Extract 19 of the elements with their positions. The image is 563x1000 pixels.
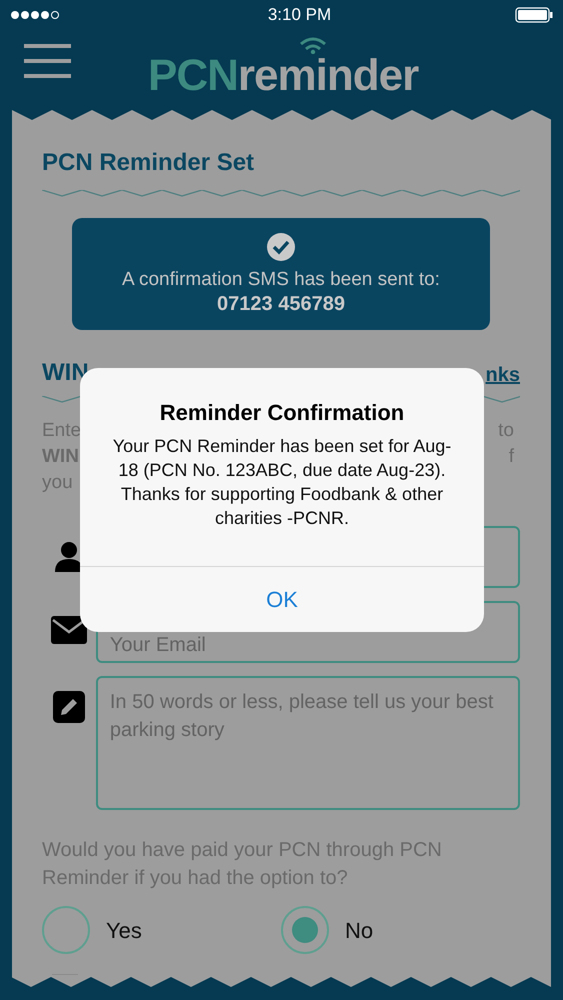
- signal-icon: [10, 10, 60, 20]
- menu-icon[interactable]: [24, 44, 71, 78]
- option-label: Yes: [106, 916, 142, 944]
- confirmation-text: A confirmation SMS has been sent to:: [122, 268, 440, 292]
- pencil-icon: [52, 691, 85, 723]
- story-field[interactable]: In 50 words or less, please tell us your best parking story: [96, 676, 520, 810]
- dialog-title: Reminder Confirmation: [160, 399, 404, 427]
- option-label: No: [345, 916, 374, 944]
- dialog-message: Your PCN Reminder has been set for Aug-18 (PCN No. 123ABC, due date Aug-23). Thanks for supporting Foodbank & other charities -PCNR.: [112, 435, 452, 530]
- battery-icon: [515, 7, 553, 23]
- check-circle-icon: [266, 232, 296, 262]
- envelope-icon: [50, 616, 87, 644]
- phone-number: 07123 456789: [217, 292, 345, 316]
- thanks-link[interactable]: nks: [486, 362, 520, 388]
- status-time: 3:10 PM: [268, 4, 332, 26]
- section-title: PCN Reminder Set: [42, 148, 256, 178]
- radio-button[interactable]: [42, 906, 90, 954]
- app-logo: PCNreminder: [148, 36, 418, 98]
- radio-button[interactable]: [281, 906, 329, 954]
